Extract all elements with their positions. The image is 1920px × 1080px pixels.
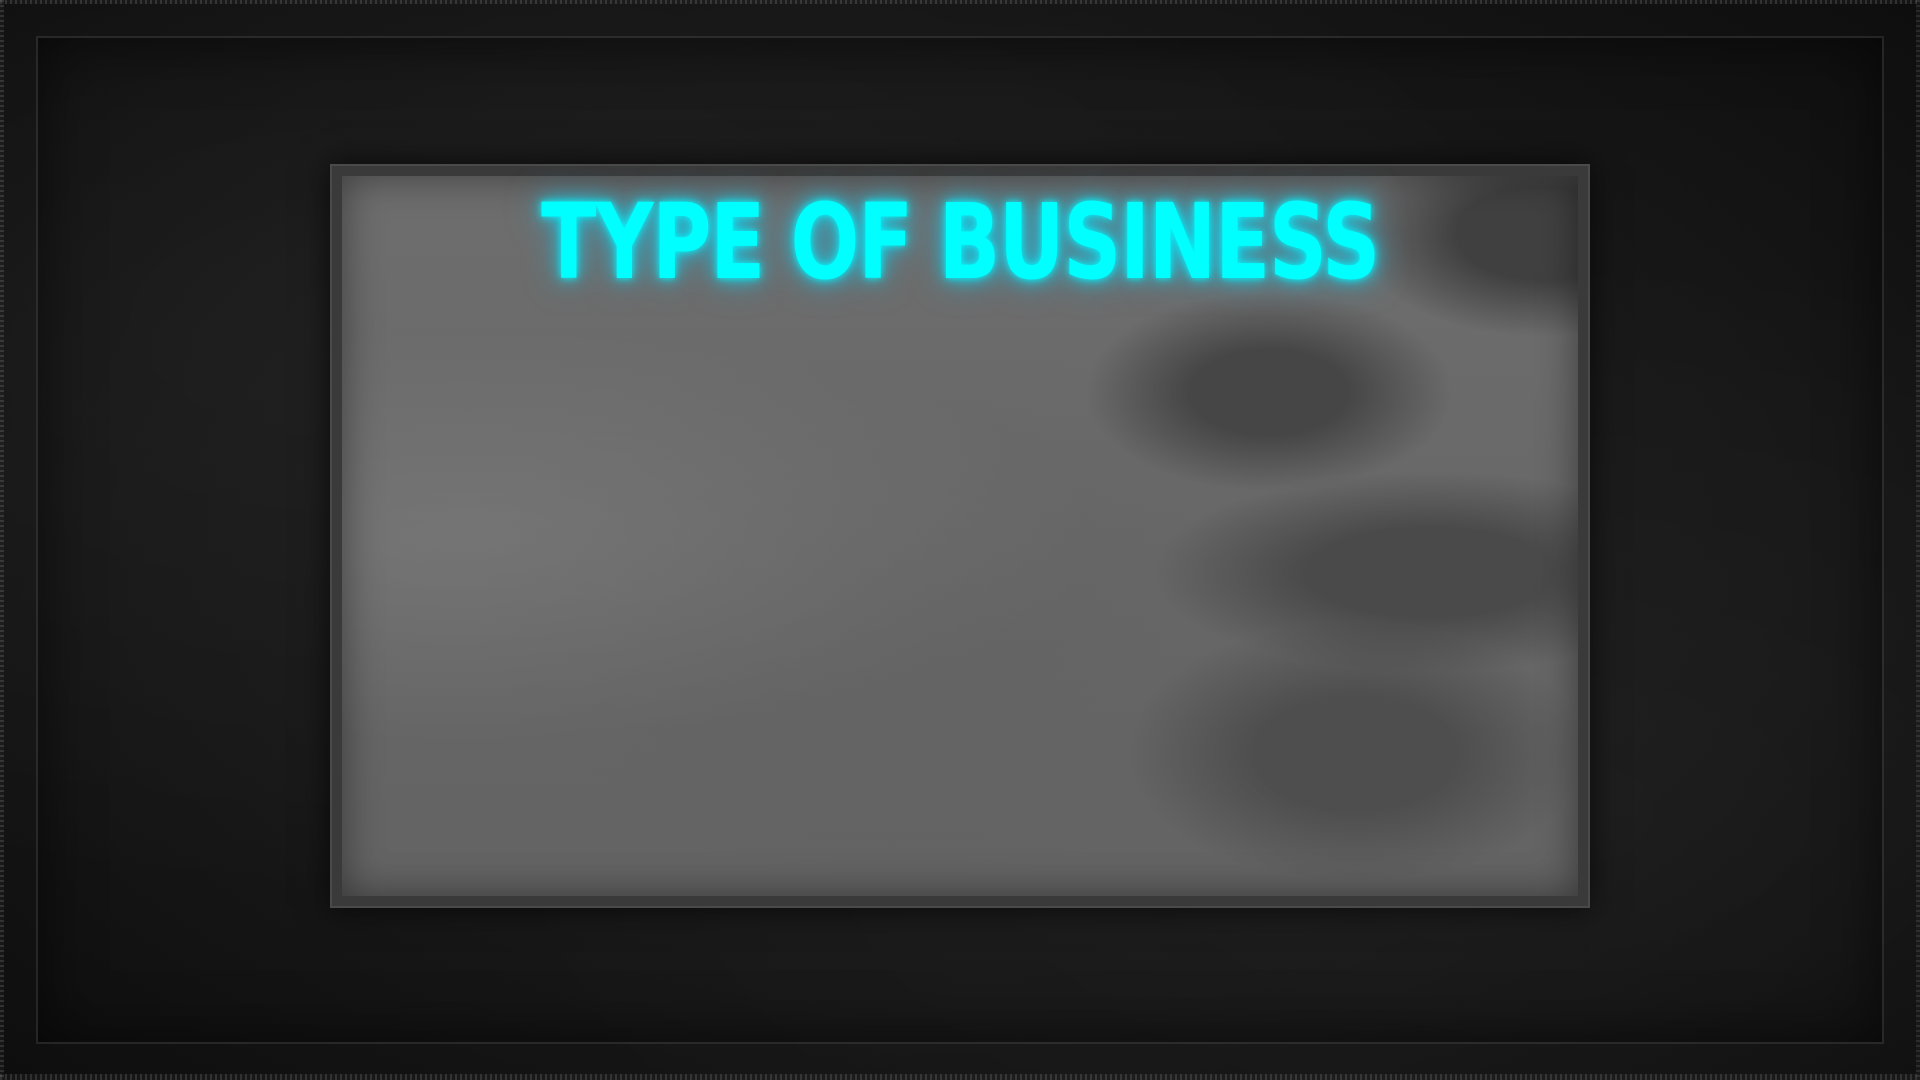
slide-title: TYPE OF BUSINESS <box>541 181 1380 303</box>
distressed-edge-left <box>0 0 4 1080</box>
distressed-edge-bottom <box>0 1074 1920 1080</box>
distressed-edge-right <box>1916 0 1920 1080</box>
slide-canvas: TYPE OF BUSINESS <box>0 0 1920 1080</box>
distressed-edge-top <box>0 0 1920 4</box>
